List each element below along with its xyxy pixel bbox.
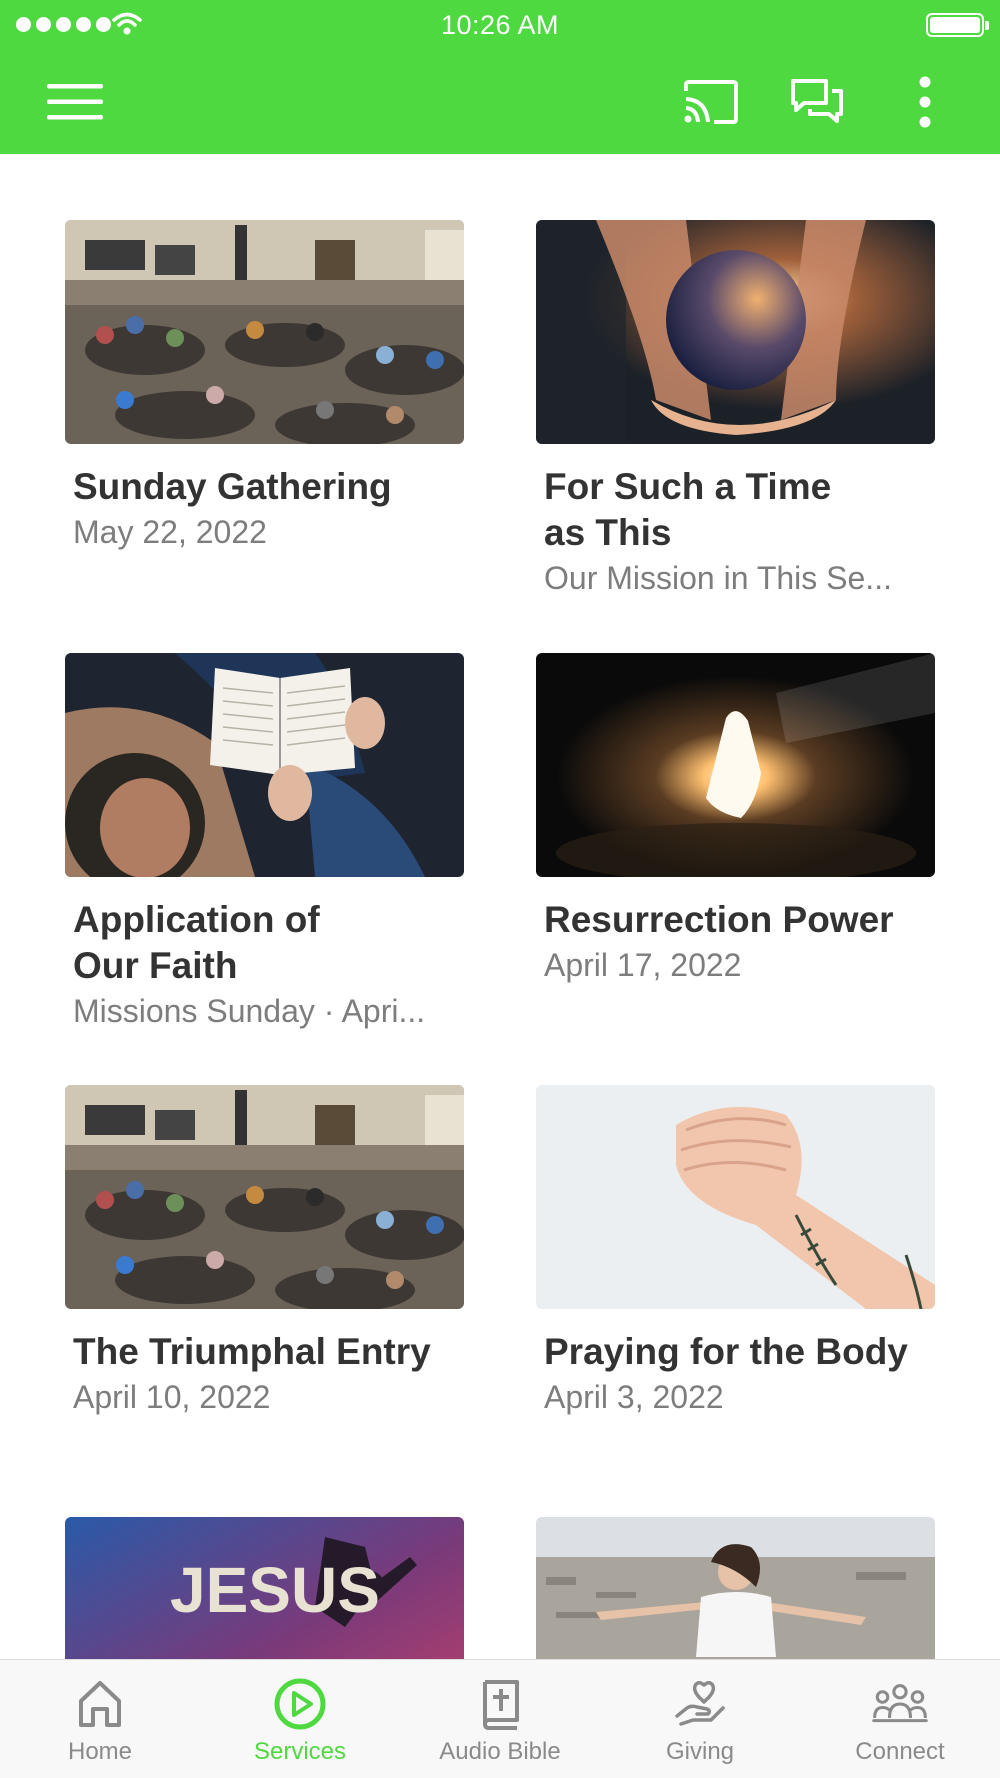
tab-label: Connect	[855, 1738, 945, 1765]
status-bar: 10:26 AM	[0, 0, 1000, 50]
sermon-card[interactable]: Resurrection Power April 17, 2022	[536, 653, 935, 987]
praying-hands-photo	[536, 1085, 935, 1309]
sermon-thumbnail	[536, 653, 935, 877]
menu-icon	[47, 84, 103, 120]
sermon-subtitle: Our Mission in This Se...	[544, 560, 892, 596]
sermon-title: Praying for the Body	[544, 1331, 908, 1372]
sermon-title: The Triumphal Entry	[73, 1331, 431, 1372]
tab-giving[interactable]: Giving	[600, 1660, 800, 1778]
cast-button[interactable]	[676, 72, 746, 132]
sermon-subtitle: April 17, 2022	[544, 947, 742, 983]
sermon-title: For Such a Time as This	[544, 466, 832, 553]
giving-hand-heart-icon	[675, 1681, 725, 1726]
status-time: 10:26 AM	[440, 10, 560, 40]
sermon-thumbnail	[65, 653, 464, 877]
sermon-thumbnail	[536, 1085, 935, 1309]
tab-services[interactable]: Services	[200, 1660, 400, 1778]
sermon-subtitle: Missions Sunday · Apri...	[73, 993, 426, 1029]
empty-tomb-light-photo	[536, 653, 935, 877]
battery-icon	[926, 13, 989, 37]
jesus-worship-photo: JESUS	[65, 1517, 464, 1659]
sermon-card[interactable]: The Triumphal Entry April 10, 2022	[65, 1085, 464, 1419]
more-options-button[interactable]	[900, 72, 950, 132]
sermon-title: Application of Our Faith	[73, 899, 320, 986]
tab-label: Home	[67, 1738, 133, 1765]
sermon-grid: Sunday Gathering May 22, 2022 For Such a…	[0, 154, 1000, 1659]
tab-home[interactable]: Home	[0, 1660, 200, 1778]
more-vertical-icon	[919, 76, 931, 128]
sermon-subtitle: April 3, 2022	[544, 1379, 724, 1415]
menu-button[interactable]	[40, 74, 110, 130]
tab-connect[interactable]: Connect	[800, 1660, 1000, 1778]
church-gathering-photo	[65, 220, 464, 444]
sermon-title: Sunday Gathering	[73, 466, 392, 507]
sermon-thumbnail	[536, 220, 935, 444]
app-header: 10:26 AM	[0, 0, 1000, 154]
tab-audio-bible[interactable]: Audio Bible	[400, 1660, 600, 1778]
church-gathering-photo	[65, 1085, 464, 1309]
sermon-subtitle: April 10, 2022	[73, 1379, 271, 1415]
people-icon	[872, 1684, 928, 1723]
open-bible-reading-photo	[65, 653, 464, 877]
woman-arms-outstretched-photo	[536, 1517, 935, 1659]
sermon-title: Resurrection Power	[544, 899, 894, 940]
chat-button[interactable]	[782, 72, 852, 132]
home-icon	[79, 1681, 121, 1727]
sermon-thumbnail	[65, 1085, 464, 1309]
sermon-card[interactable]: Praying for the Body April 3, 2022	[536, 1085, 935, 1419]
sermon-card[interactable]: For Such a Time as This Our Mission in T…	[536, 220, 935, 600]
sermon-subtitle: May 22, 2022	[73, 514, 267, 550]
sermon-card[interactable]: JESUS	[65, 1517, 464, 1659]
hands-holding-earth-photo	[536, 220, 935, 444]
sermon-thumbnail	[65, 220, 464, 444]
bottom-tab-bar: Home Services Audio Bible Giving Connect	[0, 1659, 1000, 1778]
tab-label: Services	[253, 1738, 347, 1765]
sermon-thumbnail: JESUS	[65, 1517, 464, 1659]
bible-icon	[483, 1680, 519, 1730]
cast-icon	[684, 80, 738, 124]
tab-label: Audio Bible	[439, 1738, 561, 1765]
sermon-card[interactable]: Sunday Gathering May 22, 2022	[65, 220, 464, 554]
sermon-thumbnail	[536, 1517, 935, 1659]
sermon-card[interactable]	[536, 1517, 935, 1659]
chat-icon	[791, 79, 843, 123]
sermon-card[interactable]: Application of Our Faith Missions Sunday…	[65, 653, 464, 1033]
play-circle-icon	[274, 1678, 326, 1730]
tab-label: Giving	[665, 1738, 735, 1765]
jesus-image-text: JESUS	[170, 1554, 380, 1626]
